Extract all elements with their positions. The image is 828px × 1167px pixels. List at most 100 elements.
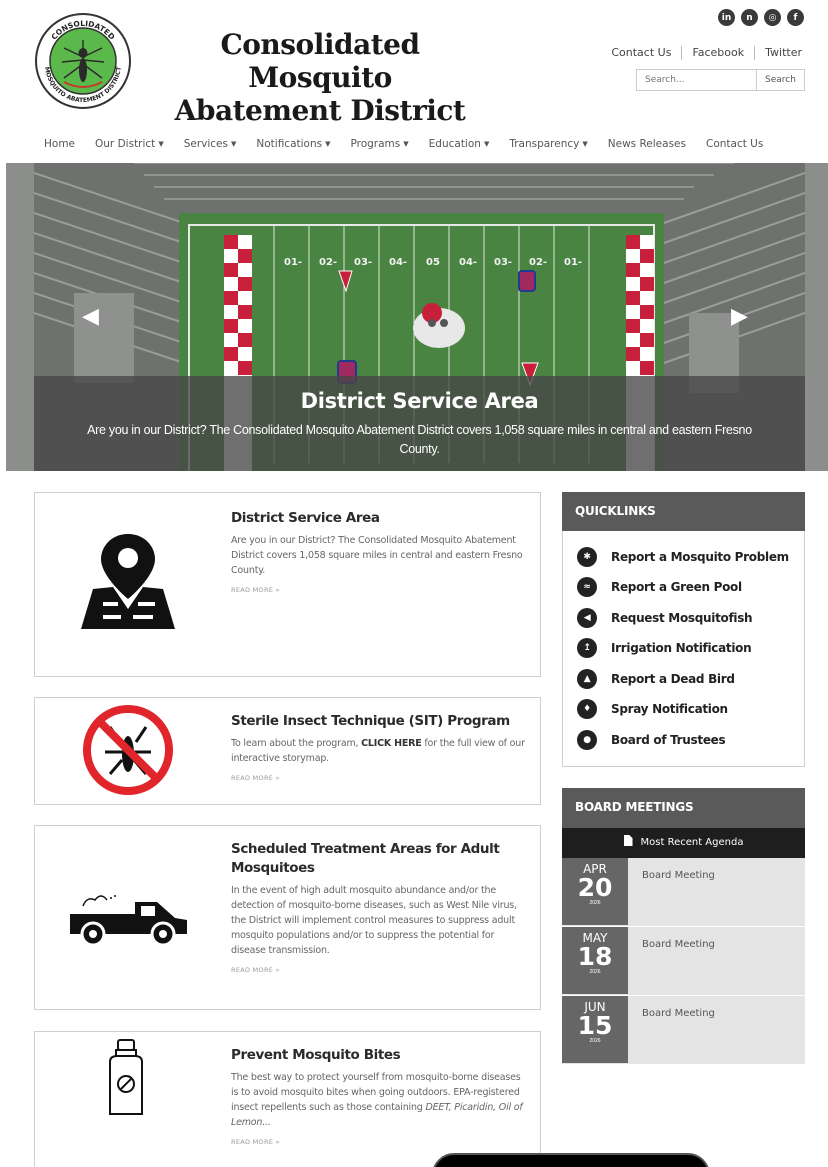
card-district-service-area: District Service Area Are you in our Dis… [34, 492, 541, 677]
irrigation-icon: ↥ [577, 638, 597, 658]
card-title[interactable]: Prevent Mosquito Bites [231, 1046, 527, 1065]
quicklink-label: Board of Trustees [611, 733, 726, 747]
click-here-link[interactable]: CLICK HERE [361, 738, 422, 749]
yard-number: 02- [319, 257, 337, 268]
slider-prev-arrow-icon[interactable]: ◀ [82, 303, 106, 328]
board-meeting-item[interactable]: MAY 18 2026 Board Meeting [562, 927, 805, 995]
yard-number: 01- [284, 257, 302, 268]
document-icon [623, 835, 633, 846]
mosquito-icon: ✱ [577, 547, 597, 567]
no-mosquito-icon [83, 705, 173, 795]
quicklinks-heading: QUICKLINKS [562, 492, 805, 531]
read-more-link[interactable]: READ MORE » [231, 1138, 527, 1146]
twitter-link[interactable]: Twitter [754, 46, 802, 60]
nav-programs[interactable]: Programs ▼ [340, 138, 418, 150]
nav-label: Education [428, 138, 481, 150]
yard-number: 03- [494, 257, 512, 268]
nav-label: Contact Us [705, 138, 764, 150]
site-title-line2: Abatement District [174, 94, 466, 127]
caret-down-icon: ▼ [230, 140, 237, 148]
nav-label: Home [44, 138, 76, 150]
hero-caption: District Service Area Are you in our Dis… [34, 376, 805, 471]
yard-number: 03- [354, 257, 372, 268]
card-text: Are you in our District? The Consolidate… [231, 535, 523, 576]
facebook-icon[interactable]: f [787, 9, 804, 26]
yard-number: 01- [564, 257, 582, 268]
nav-our-district[interactable]: Our District ▼ [85, 138, 174, 150]
district-logo[interactable]: CONSOLIDATED MOSQUITO ABATEMENT DISTRICT [34, 12, 132, 110]
slider-next-arrow-icon[interactable]: ▶ [731, 303, 755, 328]
card-prevent-bites: Prevent Mosquito Bites The best way to p… [34, 1031, 541, 1167]
quicklink-report-mosquito[interactable]: ✱ Report a Mosquito Problem [577, 547, 789, 567]
linkedin-icon[interactable]: in [718, 9, 735, 26]
card-title[interactable]: Sterile Insect Technique (SIT) Program [231, 712, 527, 731]
contact-us-link[interactable]: Contact Us [601, 46, 681, 60]
nav-services[interactable]: Services ▼ [174, 138, 247, 150]
card-text: In the event of high adult mosquito abun… [231, 885, 517, 956]
meeting-year: 2026 [589, 969, 601, 975]
yard-number: 04- [459, 257, 477, 268]
meeting-title[interactable]: Board Meeting [642, 1008, 715, 1019]
meeting-date: JUN 15 2026 [562, 996, 628, 1063]
site-title[interactable]: Consolidated Mosquito Abatement District [150, 28, 490, 127]
yard-number: 04- [389, 257, 407, 268]
quicklink-label: Irrigation Notification [611, 641, 752, 655]
instagram-icon[interactable]: ◎ [764, 9, 781, 26]
meeting-title[interactable]: Board Meeting [642, 870, 715, 881]
nav-news-releases[interactable]: News Releases [598, 138, 696, 150]
quicklink-dead-bird[interactable]: ▲ Report a Dead Bird [577, 669, 735, 689]
truck-icon [70, 895, 187, 947]
card-title[interactable]: Scheduled Treatment Areas for Adult Mosq… [231, 840, 527, 878]
nav-contact-us[interactable]: Contact Us [696, 138, 773, 150]
nav-education[interactable]: Education ▼ [419, 138, 500, 150]
board-meeting-item[interactable]: APR 20 2026 Board Meeting [562, 858, 805, 926]
card-text-part: To learn about the program, [231, 738, 362, 749]
nav-label: Our District [95, 138, 156, 150]
quicklink-label: Spray Notification [611, 702, 728, 716]
floating-widget-button[interactable] [432, 1153, 710, 1167]
trustees-icon: ● [577, 730, 597, 750]
hero-edge [6, 163, 34, 471]
board-meeting-item[interactable]: JUN 15 2026 Board Meeting [562, 996, 805, 1064]
nav-label: Transparency [509, 138, 580, 150]
nav-label: Notifications [256, 138, 323, 150]
bird-icon: ▲ [577, 669, 597, 689]
quicklink-label: Report a Green Pool [611, 580, 742, 594]
card-title[interactable]: District Service Area [231, 509, 527, 528]
hero-title[interactable]: District Service Area [34, 389, 805, 413]
meeting-year: 2026 [589, 1038, 601, 1044]
quicklink-label: Report a Mosquito Problem [611, 550, 789, 564]
card-text: To learn about the program, CLICK HERE f… [231, 736, 527, 766]
hero-text: Are you in our District? The Consolidate… [87, 423, 752, 456]
most-recent-agenda-link[interactable]: Most Recent Agenda [562, 828, 805, 858]
quicklink-irrigation[interactable]: ↥ Irrigation Notification [577, 638, 752, 658]
board-meetings-heading: BOARD MEETINGS [562, 788, 805, 828]
meeting-year: 2026 [589, 900, 601, 906]
repellent-spray-icon [109, 1039, 143, 1115]
read-more-link[interactable]: READ MORE » [231, 774, 527, 782]
quicklink-green-pool[interactable]: ≈ Report a Green Pool [577, 577, 742, 597]
yard-number: 05 [426, 257, 440, 268]
quicklink-spray[interactable]: ♦ Spray Notification [577, 699, 728, 719]
meeting-title[interactable]: Board Meeting [642, 939, 715, 950]
caret-down-icon: ▼ [158, 140, 164, 148]
agenda-label: Most Recent Agenda [640, 837, 744, 848]
read-more-link[interactable]: READ MORE » [231, 966, 527, 974]
search-button[interactable]: Search [756, 69, 805, 91]
card-treatment-areas: Scheduled Treatment Areas for Adult Mosq… [34, 825, 541, 1010]
nav-notifications[interactable]: Notifications ▼ [246, 138, 340, 150]
quicklink-label: Report a Dead Bird [611, 672, 735, 686]
nav-home[interactable]: Home [34, 138, 85, 150]
nav-transparency[interactable]: Transparency ▼ [499, 138, 597, 150]
search-input[interactable] [636, 69, 757, 91]
yard-number: 02- [529, 257, 547, 268]
read-more-link[interactable]: READ MORE » [231, 586, 527, 594]
quicklink-mosquitofish[interactable]: ◀ Request Mosquitofish [577, 608, 753, 628]
meeting-day: 20 [577, 873, 613, 902]
top-links: Contact Us Facebook Twitter [601, 46, 802, 60]
hero-slider[interactable]: 01- 02- 03- 04- 05 04- 03- 02- 01- ◀ ▶ D… [34, 163, 805, 471]
facebook-link[interactable]: Facebook [681, 46, 754, 60]
nextdoor-icon[interactable]: n [741, 9, 758, 26]
meeting-date: APR 20 2026 [562, 858, 628, 925]
quicklink-trustees[interactable]: ● Board of Trustees [577, 730, 726, 750]
